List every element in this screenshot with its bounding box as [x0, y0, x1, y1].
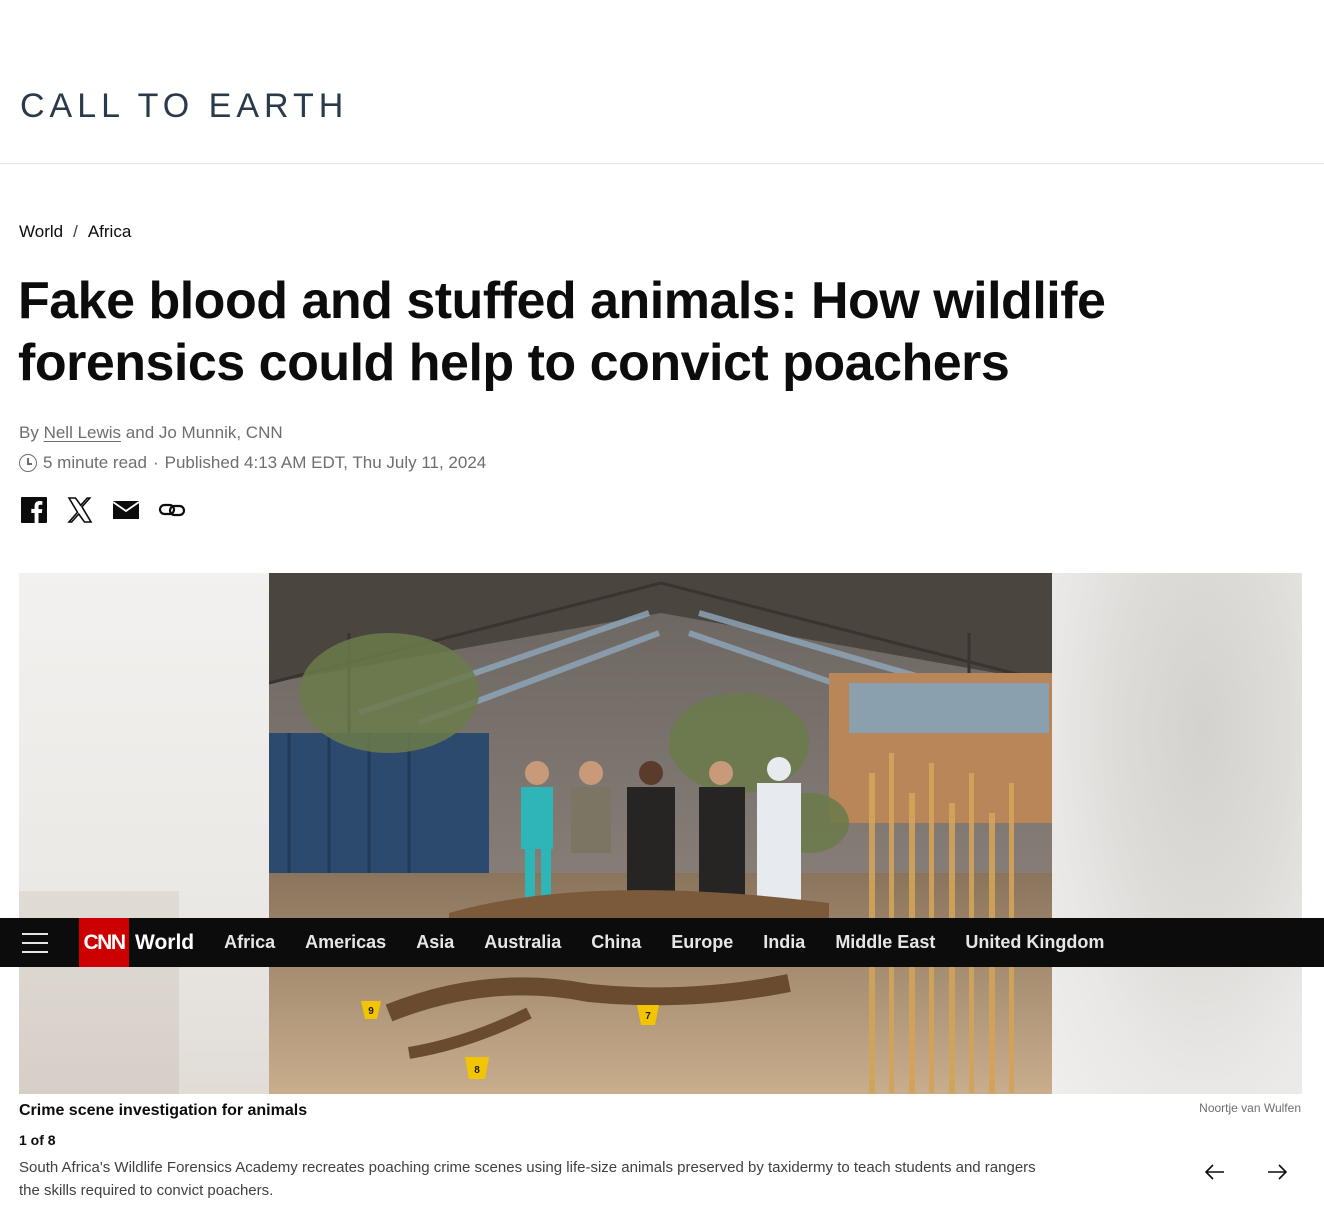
- gallery-controls: [1203, 1160, 1289, 1184]
- byline: By Nell Lewis and Jo Munnik, CNN: [19, 422, 283, 444]
- evidence-marker-7: 7: [645, 1011, 651, 1022]
- gallery-next-peek[interactable]: [1052, 573, 1302, 1094]
- email-icon[interactable]: [112, 496, 140, 524]
- link-icon[interactable]: [158, 496, 186, 524]
- brand-title[interactable]: CALL TO EARTH: [20, 86, 348, 126]
- breadcrumb-africa[interactable]: Africa: [88, 221, 131, 243]
- evidence-marker-9: 9: [368, 1006, 374, 1017]
- clock-icon: [19, 454, 37, 472]
- cnn-logo[interactable]: CNN: [79, 918, 129, 967]
- nav-link-united-kingdom[interactable]: United Kingdom: [965, 932, 1104, 953]
- article-headline: Fake blood and stuffed animals: How wild…: [18, 272, 1106, 392]
- read-time: 5 minute read: [43, 453, 147, 472]
- x-icon[interactable]: [66, 496, 94, 524]
- cnn-navbar: CNN World Africa Americas Asia Australia…: [0, 918, 1324, 967]
- nav-link-asia[interactable]: Asia: [416, 932, 454, 953]
- nav-link-africa[interactable]: Africa: [224, 932, 275, 953]
- arrow-right-icon[interactable]: [1265, 1160, 1289, 1184]
- gallery-caption-title: Crime scene investigation for animals: [19, 1102, 308, 1119]
- arrow-left-icon[interactable]: [1203, 1160, 1227, 1184]
- breadcrumb: World / Africa: [19, 221, 131, 243]
- gallery-caption: South Africa's Wildlife Forensics Academ…: [19, 1159, 1036, 1199]
- photo-credit: Noortje van Wulfen: [1199, 1101, 1301, 1115]
- share-bar: [20, 496, 186, 524]
- brand-header: CALL TO EARTH: [0, 0, 1324, 164]
- photo-gallery: 9 7 8: [19, 573, 1302, 1094]
- nav-link-europe[interactable]: Europe: [671, 932, 733, 953]
- gallery-counter: 1 of 8: [19, 1132, 56, 1148]
- published-time: Published 4:13 AM EDT, Thu July 11, 2024: [164, 453, 487, 472]
- nav-section-world[interactable]: World: [135, 931, 194, 955]
- evidence-marker-8: 8: [474, 1065, 480, 1076]
- nav-link-australia[interactable]: Australia: [484, 932, 561, 953]
- nav-link-china[interactable]: China: [591, 932, 641, 953]
- author-link[interactable]: Nell Lewis: [44, 423, 121, 442]
- facebook-icon[interactable]: [20, 496, 48, 524]
- nav-link-americas[interactable]: Americas: [305, 932, 386, 953]
- byline-prefix: By: [19, 423, 39, 442]
- gallery-prev-peek[interactable]: [19, 573, 269, 1094]
- nav-link-middle-east[interactable]: Middle East: [835, 932, 935, 953]
- nav-link-india[interactable]: India: [763, 932, 805, 953]
- article-meta: 5 minute read · Published 4:13 AM EDT, T…: [19, 452, 486, 474]
- breadcrumb-separator: /: [73, 222, 78, 241]
- byline-rest: and Jo Munnik, CNN: [125, 423, 283, 442]
- menu-icon[interactable]: [22, 932, 48, 953]
- gallery-photo[interactable]: 9 7 8: [269, 573, 1052, 1094]
- breadcrumb-world[interactable]: World: [19, 221, 63, 243]
- meta-dot: ·: [152, 453, 159, 472]
- nav-links: Africa Americas Asia Australia China Eur…: [224, 932, 1134, 953]
